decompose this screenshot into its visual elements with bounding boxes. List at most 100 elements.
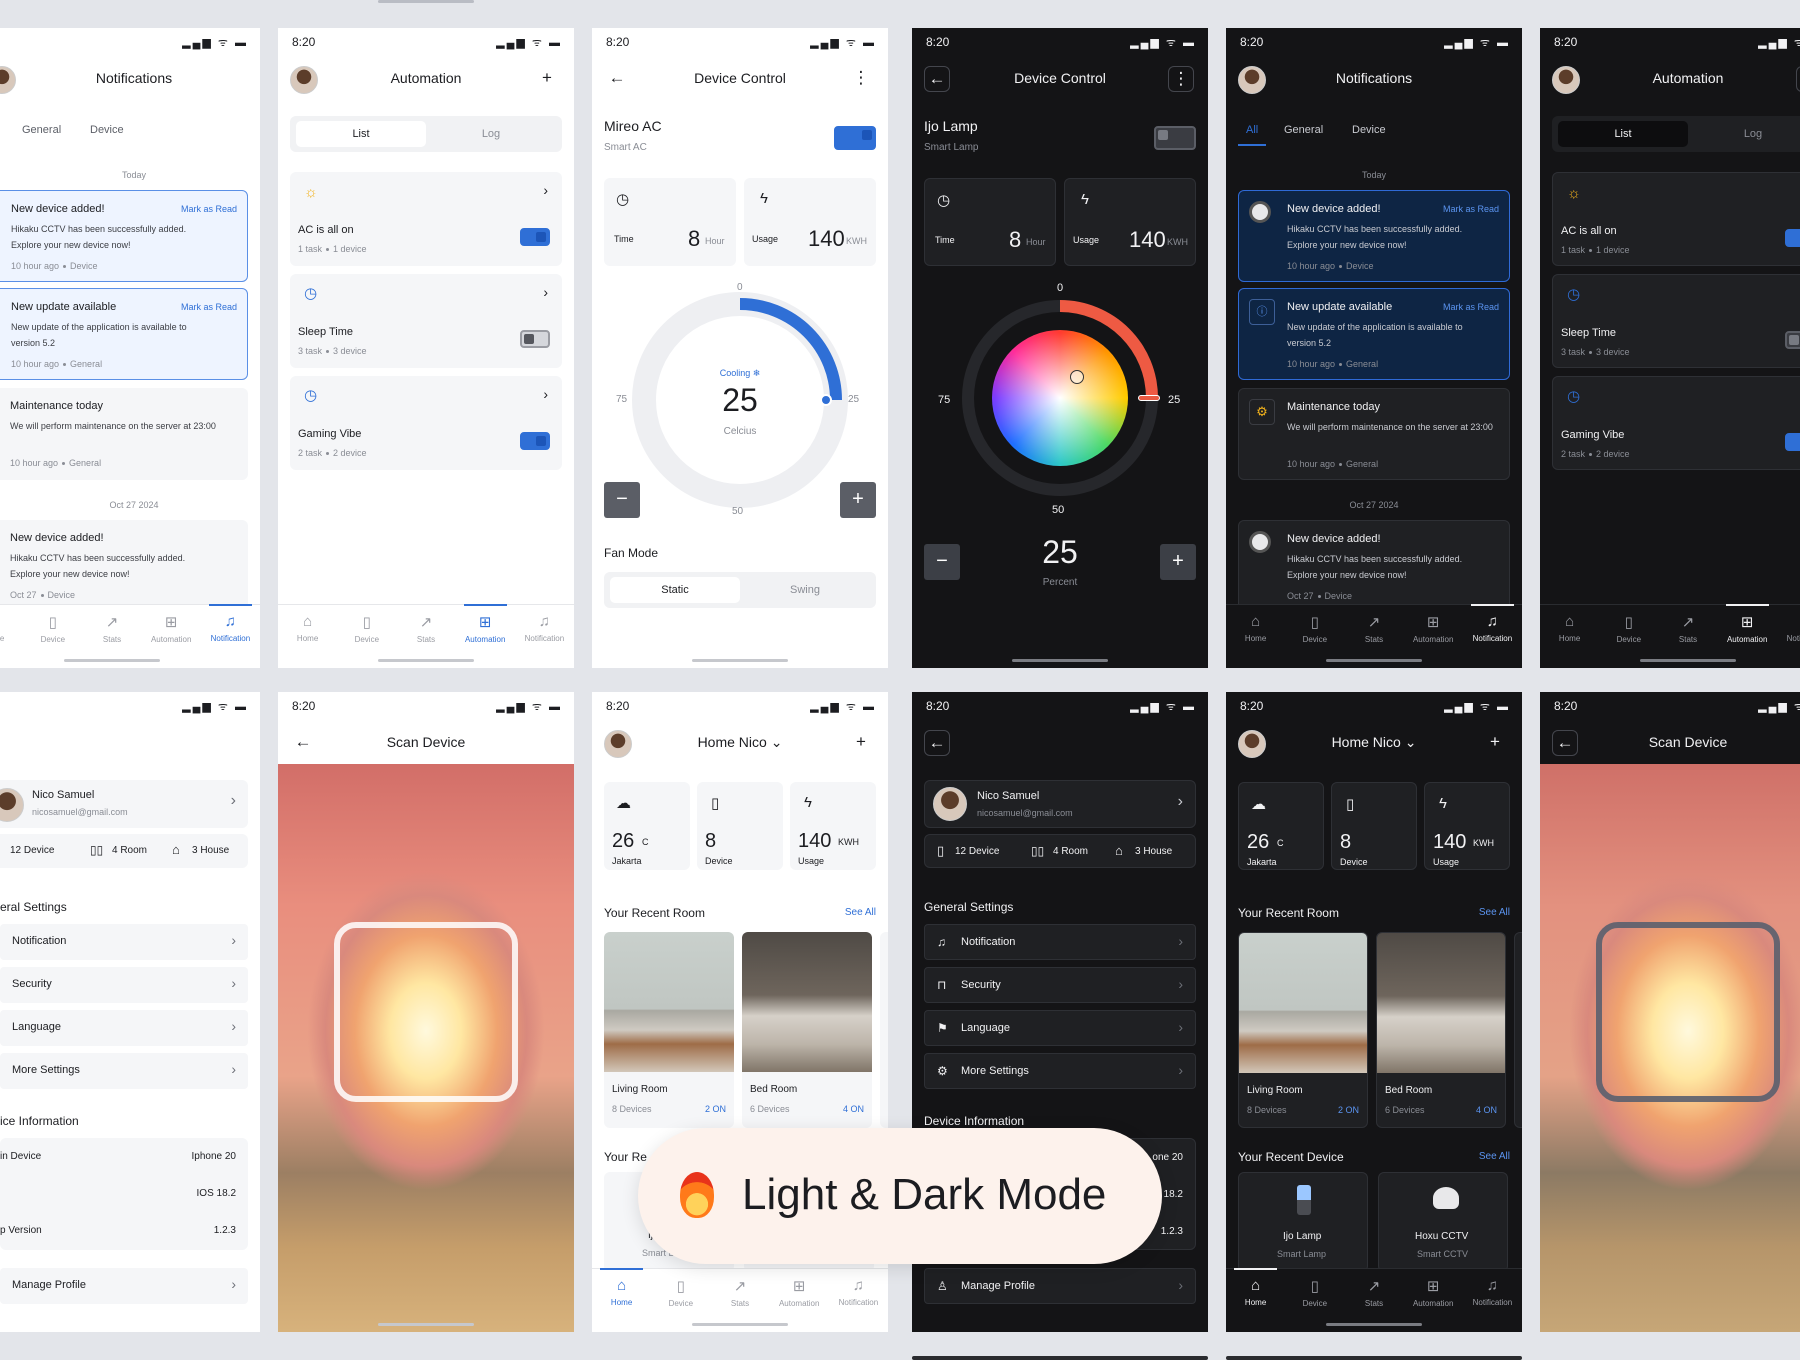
tab-general[interactable]: General [22,124,61,136]
notification-card[interactable]: New device added! Mark as Read Hikaku CC… [1238,190,1510,282]
tab-device[interactable]: Device [1352,124,1386,136]
automation-toggle[interactable] [520,432,550,450]
profile-card[interactable]: Nico Samuel nicosamuel@gmail.com › [0,780,248,828]
dial-handle[interactable] [1138,395,1160,401]
nav-home[interactable]: ⌂Home [1226,605,1285,668]
automation-card[interactable]: ☼ › AC is all on 1 task 1 device [290,172,562,266]
see-all-rooms-link[interactable]: See All [1479,907,1510,918]
automation-card[interactable]: ☼ AC is all on 1 task 1 device [1552,172,1800,266]
device-stat[interactable]: ▯ 8 Device [697,782,783,870]
chevron-right-icon[interactable]: › [543,284,548,300]
notification-card[interactable]: ⚙ Maintenance today We will perform main… [1238,388,1510,480]
scan-frame[interactable] [334,922,518,1102]
room-card[interactable]: Bed Room 6 Devices 4 ON [742,932,872,1128]
device-card[interactable]: Hoxu CCTV Smart CCTV [1378,1172,1508,1272]
device-power-toggle[interactable] [1154,126,1196,150]
device-card[interactable]: Ijo Lamp Smart Lamp [1238,1172,1368,1272]
color-wheel[interactable] [992,330,1128,466]
room-card[interactable]: Living Room 8 Devices 2 ON [604,932,734,1128]
automation-card[interactable]: ◷ Gaming Vibe 2 task 2 device [1552,376,1800,470]
nav-home[interactable]: ⌂Home [1226,1268,1285,1332]
notification-card[interactable]: New update available Mark as Read New up… [0,288,248,380]
chevron-right-icon[interactable]: › [543,182,548,198]
nav-home[interactable]: ⌂Home [592,1268,651,1332]
mark-as-read-link[interactable]: Mark as Read [181,204,237,214]
back-button[interactable]: ← [924,730,950,756]
room-card[interactable]: Bed Room 6 Devices 4 ON [1376,932,1506,1128]
mark-as-read-link[interactable]: Mark as Read [1443,302,1499,312]
tab-list[interactable]: List [1558,121,1688,147]
fan-swing-option[interactable]: Swing [740,577,870,603]
nav-home[interactable]: ⌂Home [1540,605,1599,668]
tab-list[interactable]: List [296,121,426,147]
settings-language[interactable]: Language › [0,1010,248,1046]
see-all-rooms-link[interactable]: See All [845,907,876,918]
automation-toggle[interactable] [520,228,550,246]
tab-all[interactable]: All [1246,124,1258,136]
profile-card[interactable]: Nico Samuel nicosamuel@gmail.com › [924,780,1196,828]
settings-language[interactable]: ⚑ Language › [924,1010,1196,1046]
room-card[interactable] [880,932,888,1128]
nav-notification[interactable]: ♫Notification [829,1269,888,1332]
notification-card[interactable]: ⓘ New update available Mark as Read New … [1238,288,1510,380]
automation-toggle[interactable] [1785,229,1800,247]
settings-security[interactable]: ⊓ Security › [924,967,1196,1003]
device-icon: ▯ [711,795,720,812]
settings-more[interactable]: ⚙ More Settings › [924,1053,1196,1089]
color-picker-handle[interactable] [1070,370,1084,384]
add-button[interactable]: + [848,730,874,756]
increase-button[interactable]: + [840,482,876,518]
device-stat[interactable]: ▯ 8 Device [1331,782,1417,870]
usage-stat[interactable]: ϟ 140 KWH Usage [790,782,876,870]
notification-card[interactable]: New device added! Mark as Read Hikaku CC… [0,190,248,282]
decrease-button[interactable]: − [604,482,640,518]
weather-stat[interactable]: ☁ 26 C Jakarta [604,782,690,870]
automation-toggle[interactable] [1785,433,1800,451]
settings-more[interactable]: More Settings › [0,1053,248,1089]
home-selector[interactable]: Home Nico ⌄ [1226,734,1522,751]
nav-notification[interactable]: ♫Notification [201,604,260,668]
scan-frame[interactable] [1596,922,1780,1102]
device-power-toggle[interactable] [834,126,876,150]
nav-notification[interactable]: ♫Notification [1777,605,1800,668]
fan-static-option[interactable]: Static [610,577,740,603]
manage-profile-button[interactable]: ♙ Manage Profile › [924,1268,1196,1304]
weather-stat[interactable]: ☁ 26 C Jakarta [1238,782,1324,870]
add-button[interactable]: + [534,66,560,92]
manage-profile-button[interactable]: Manage Profile › [0,1268,248,1304]
automation-card[interactable]: ◷ Sleep Time 3 task 3 device [1552,274,1800,368]
usage-stat[interactable]: ϟ 140 KWH Usage [1424,782,1510,870]
nav-notification[interactable]: ♫Notification [1463,1269,1522,1332]
chevron-right-icon[interactable]: › [543,386,548,402]
nav-notification[interactable]: ♫Notification [1463,604,1522,668]
nav-home[interactable]: ⌂Home [278,605,337,668]
notification-card[interactable]: New device added! Hikaku CCTV has been s… [1238,520,1510,612]
add-button[interactable]: + [1796,66,1800,92]
notification-card[interactable]: Maintenance today We will perform mainte… [0,388,248,480]
tab-log[interactable]: Log [426,121,556,147]
settings-notification[interactable]: ♫ Notification › [924,924,1196,960]
notification-card[interactable]: New device added! Hikaku CCTV has been s… [0,520,248,612]
automation-toggle[interactable] [1785,331,1800,349]
home-selector[interactable]: Home Nico ⌄ [592,734,888,751]
automation-card[interactable]: ◷ › Gaming Vibe 2 task 2 device [290,376,562,470]
automation-name: AC is all on [1561,225,1617,237]
tab-general[interactable]: General [1284,124,1323,136]
settings-notification[interactable]: Notification › [0,924,248,960]
add-button[interactable]: + [1482,730,1508,756]
more-button[interactable]: ⋮ [1168,66,1194,92]
room-card[interactable] [1514,932,1522,1128]
tab-log[interactable]: Log [1688,121,1800,147]
tab-device[interactable]: Device [90,124,124,136]
room-card[interactable]: Living Room 8 Devices 2 ON [1238,932,1368,1128]
more-button[interactable]: ⋮ [848,66,874,92]
nav-home[interactable]: ⌂Home [0,605,23,668]
nav-notification[interactable]: ♫Notification [515,605,574,668]
mark-as-read-link[interactable]: Mark as Read [181,302,237,312]
automation-toggle[interactable] [520,330,550,348]
see-all-devices-link[interactable]: See All [1479,1151,1510,1162]
profile-name: Nico Samuel [977,790,1040,802]
automation-card[interactable]: ◷ › Sleep Time 3 task 3 device [290,274,562,368]
mark-as-read-link[interactable]: Mark as Read [1443,204,1499,214]
settings-security[interactable]: Security › [0,967,248,1003]
